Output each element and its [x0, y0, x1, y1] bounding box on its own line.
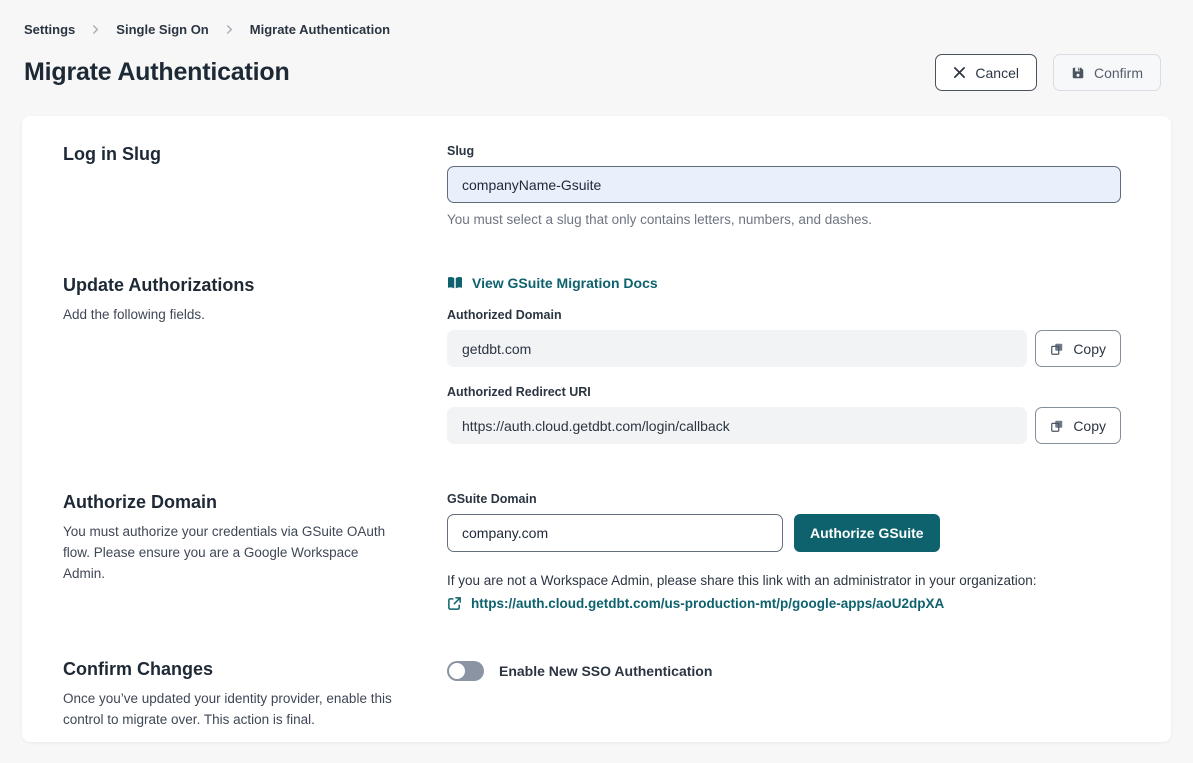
authorize-gsuite-button[interactable]: Authorize GSuite [794, 514, 940, 552]
top-bar: Settings Single Sign On Migrate Authenti… [0, 0, 1193, 91]
enable-sso-toggle-label: Enable New SSO Authentication [499, 663, 712, 679]
copy-authorized-domain-button[interactable]: Copy [1035, 330, 1121, 367]
external-link-icon [447, 596, 462, 611]
copy-icon [1050, 419, 1064, 433]
section-authorize-domain: Authorize Domain You must authorize your… [63, 492, 1121, 611]
toggle-knob [449, 663, 465, 679]
section-subtitle-authorize-domain: You must authorize your credentials via … [63, 522, 403, 585]
authorized-redirect-uri-label: Authorized Redirect URI [447, 385, 1121, 399]
settings-card: Log in Slug Slug You must select a slug … [22, 116, 1171, 742]
cancel-button[interactable]: Cancel [935, 54, 1037, 91]
copy-icon [1050, 342, 1064, 356]
book-icon [447, 276, 463, 290]
breadcrumb-item-settings[interactable]: Settings [24, 22, 75, 37]
gsuite-domain-input[interactable] [447, 514, 783, 552]
gsuite-migration-docs-link-label: View GSuite Migration Docs [472, 275, 658, 291]
breadcrumb-item-current: Migrate Authentication [250, 22, 390, 37]
section-heading-login-slug: Log in Slug [63, 144, 403, 165]
section-heading-update-authorizations: Update Authorizations [63, 275, 403, 296]
confirm-button-label: Confirm [1094, 65, 1143, 81]
section-update-authorizations: Update Authorizations Add the following … [63, 275, 1121, 444]
save-icon [1071, 66, 1085, 80]
authorized-domain-value: getdbt.com [447, 330, 1027, 367]
authorized-redirect-uri-value: https://auth.cloud.getdbt.com/login/call… [447, 407, 1027, 444]
slug-label: Slug [447, 144, 1121, 158]
admin-share-link[interactable]: https://auth.cloud.getdbt.com/us-product… [471, 596, 944, 611]
section-heading-authorize-domain: Authorize Domain [63, 492, 403, 513]
page-title: Migrate Authentication [24, 58, 290, 87]
cancel-button-label: Cancel [975, 65, 1019, 81]
enable-sso-toggle[interactable] [447, 661, 484, 681]
breadcrumb: Settings Single Sign On Migrate Authenti… [24, 22, 1161, 37]
gsuite-migration-docs-link[interactable]: View GSuite Migration Docs [447, 275, 658, 291]
chevron-right-icon [90, 24, 101, 35]
header-actions: Cancel Confirm [935, 54, 1161, 91]
gsuite-domain-label: GSuite Domain [447, 492, 1121, 506]
workspace-admin-note: If you are not a Workspace Admin, please… [447, 573, 1121, 588]
chevron-right-icon [224, 24, 235, 35]
section-subtitle-update-authorizations: Add the following fields. [63, 305, 403, 326]
section-heading-confirm-changes: Confirm Changes [63, 659, 403, 680]
copy-redirect-uri-button[interactable]: Copy [1035, 407, 1121, 444]
authorized-domain-label: Authorized Domain [447, 308, 1121, 322]
section-subtitle-confirm-changes: Once you’ve updated your identity provid… [63, 689, 403, 731]
confirm-button[interactable]: Confirm [1053, 54, 1161, 91]
slug-helper-text: You must select a slug that only contain… [447, 212, 1121, 227]
section-confirm-changes: Confirm Changes Once you’ve updated your… [63, 659, 1121, 731]
breadcrumb-item-single-sign-on[interactable]: Single Sign On [116, 22, 208, 37]
slug-input[interactable] [447, 166, 1121, 203]
copy-button-label: Copy [1073, 418, 1106, 434]
section-login-slug: Log in Slug Slug You must select a slug … [63, 144, 1121, 227]
copy-button-label: Copy [1073, 341, 1106, 357]
x-icon [953, 66, 966, 79]
